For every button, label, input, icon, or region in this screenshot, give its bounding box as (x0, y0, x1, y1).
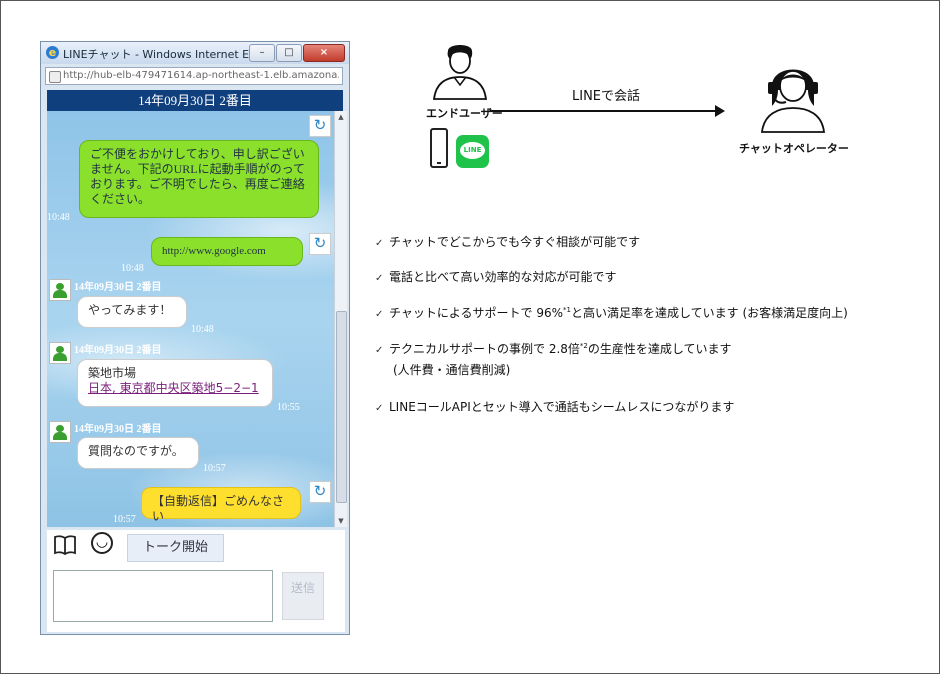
end-user-icon (432, 45, 488, 100)
chat-scrollbar[interactable]: ▲ ▼ (334, 111, 347, 527)
feature-text: 電話と比べて高い効率的な対応が可能です (389, 270, 617, 284)
browser-window: e LINEチャット - Windows Internet Expl... – … (40, 41, 350, 635)
feature-item: ✓ チャットでどこからでも今すぐ相談が可能です (375, 233, 640, 250)
conversation-arrow (490, 110, 720, 112)
user-location-message: 築地市場 日本, 東京都中央区築地5−2−1 (77, 359, 273, 407)
user-name: 14年09月30日 2番目 (74, 345, 162, 356)
minimize-button[interactable]: – (249, 44, 275, 62)
footnote-mark: *1 (563, 306, 571, 314)
feature-item: ✓ 電話と比べて高い効率的な対応が可能です (375, 268, 617, 285)
feature-text: チャットでどこからでも今すぐ相談が可能です (389, 235, 641, 249)
check-icon: ✓ (375, 403, 384, 414)
feature-text: の生産性を達成しています (587, 342, 732, 356)
book-icon[interactable] (53, 534, 77, 556)
scroll-thumb[interactable] (336, 311, 347, 503)
user-message: やってみます！ (77, 296, 187, 328)
message-time: 10:48 (47, 212, 70, 223)
check-icon: ✓ (375, 238, 384, 249)
feature-text: と高い満足率を達成しています (お客様満足度向上) (570, 306, 848, 320)
feature-text: テクニカルサポートの事例で 2.8倍 (389, 342, 580, 356)
check-icon: ✓ (375, 273, 384, 284)
operator-label: チャットオペレーター (739, 142, 849, 155)
chat-messages[interactable]: ↻ ご不便をおかけしており、申し訳ございません。下記のURLに起動手順がのってお… (47, 111, 334, 527)
window-titlebar: e LINEチャット - Windows Internet Expl... – … (41, 42, 349, 64)
feature-text: チャットによるサポートで 96% (389, 306, 564, 320)
address-bar[interactable]: http://hub-elb-479471614.ap-northeast-1.… (45, 67, 343, 85)
scroll-up-icon[interactable]: ▲ (335, 111, 347, 123)
maximize-button[interactable]: □ (276, 44, 302, 62)
ie-logo-icon: e (46, 46, 59, 59)
address-text: http://hub-elb-479471614.ap-northeast-1.… (63, 70, 339, 81)
message-input[interactable] (53, 570, 273, 622)
page-icon (49, 71, 61, 83)
feature-subtext: (人件費・通信費削減) (393, 363, 511, 377)
line-logo-text: LINE (460, 142, 485, 159)
footnote-mark: *2 (579, 342, 588, 350)
slide-frame: e LINEチャット - Windows Internet Expl... – … (0, 0, 940, 674)
smiley-icon[interactable]: ◡ (91, 532, 113, 554)
chat-toolbar: ◡ トーク開始 (47, 530, 345, 564)
operator-refresh-icon: ↻ (309, 233, 331, 255)
user-avatar-icon (49, 421, 71, 443)
check-icon: ✓ (375, 345, 384, 356)
user-name: 14年09月30日 2番目 (74, 424, 162, 435)
location-name: 築地市場 (88, 366, 137, 380)
feature-item: ✓ チャットによるサポートで 96%*1と高い満足率を達成しています (お客様満足… (375, 304, 848, 321)
feature-item: ✓ テクニカルサポートの事例で 2.8倍*2の生産性を達成しています (人件費・通… (375, 340, 732, 378)
send-button[interactable]: 送信 (282, 572, 324, 620)
operator-url-message[interactable]: http://www.google.com (151, 237, 303, 266)
message-time: 10:57 (113, 514, 136, 525)
operator-message: ご不便をおかけしており、申し訳ございません。下記のURLに起動手順がのっておりま… (79, 140, 319, 218)
user-name: 14年09月30日 2番目 (74, 282, 162, 293)
operator-headset-icon (760, 69, 826, 133)
operator-refresh-icon: ↻ (309, 481, 331, 503)
arrowhead-icon (715, 105, 725, 117)
feature-item: ✓ LINEコールAPIとセット導入で通話もシームレスにつながります (375, 398, 734, 415)
message-time: 10:48 (121, 263, 144, 274)
check-icon: ✓ (375, 309, 384, 320)
end-user-label: エンドユーザー (426, 107, 503, 120)
location-address-link[interactable]: 日本, 東京都中央区築地5−2−1 (88, 381, 262, 396)
start-talk-button[interactable]: トーク開始 (127, 534, 224, 562)
chat-header: 14年09月30日 2番目 (47, 90, 343, 111)
window-title: LINEチャット - Windows Internet Expl... (63, 48, 277, 61)
scroll-down-icon[interactable]: ▼ (335, 515, 347, 527)
operator-refresh-icon: ↻ (309, 115, 331, 137)
smartphone-icon (430, 128, 448, 168)
user-message: 質問なのですが。 (77, 437, 199, 469)
feature-text: LINEコールAPIとセット導入で通話もシームレスにつながります (389, 400, 735, 414)
user-avatar-icon (49, 342, 71, 364)
line-app-icon: LINE (456, 135, 489, 168)
user-avatar-icon (49, 279, 71, 301)
auto-reply-message: 【自動返信】ごめんなさい (141, 487, 301, 523)
message-time: 10:55 (277, 402, 300, 413)
message-time: 10:57 (203, 463, 226, 474)
close-button[interactable]: × (303, 44, 345, 62)
line-talk-label: LINEで会話 (572, 89, 641, 104)
message-input-area: 送信 (47, 564, 345, 632)
message-time: 10:48 (191, 324, 214, 335)
